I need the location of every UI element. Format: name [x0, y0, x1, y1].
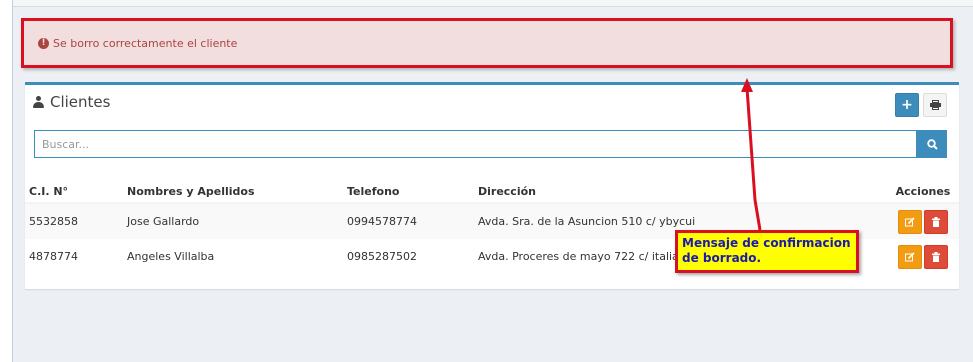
annotation-line-1: Mensaje de confirmacion [682, 236, 851, 250]
annotation-callout: Mensaje de confirmacion de borrado. [675, 230, 859, 273]
annotation-line-2: de borrado. [682, 251, 762, 265]
annotation-arrow [741, 78, 762, 231]
